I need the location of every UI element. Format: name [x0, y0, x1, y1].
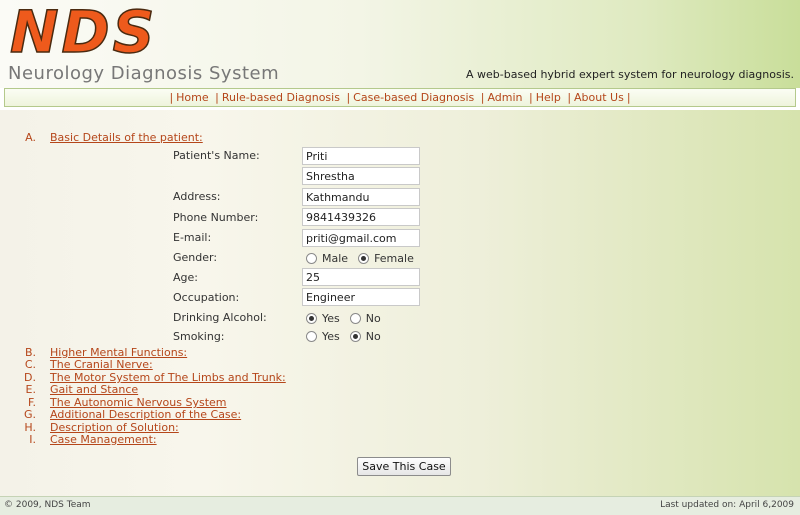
section-e-letter: E.	[25, 383, 36, 396]
email-label: E-mail:	[173, 231, 212, 244]
phone-label: Phone Number:	[173, 211, 259, 224]
smoking-no-label: No	[365, 330, 381, 343]
section-i-letter: I.	[29, 433, 36, 446]
gender-label: Gender:	[173, 251, 218, 264]
section-g-letter: G.	[23, 408, 36, 421]
smoking-no-option[interactable]: No	[349, 330, 381, 343]
section-a: A. Basic Details of the patient:	[14, 131, 203, 144]
section-g-link[interactable]: Additional Description of the Case:	[50, 408, 241, 421]
drinking-no-radio[interactable]	[349, 313, 361, 324]
gender-female-option[interactable]: Female	[358, 252, 414, 265]
section-a-letter: A.	[25, 131, 36, 144]
drinking-no-option[interactable]: No	[349, 312, 381, 325]
gender-male-label: Male	[322, 252, 349, 265]
footer: © 2009, NDS Team Last updated on: April …	[0, 496, 800, 515]
section-a-link[interactable]: Basic Details of the patient:	[50, 131, 203, 144]
patient-name-label: Patient's Name:	[173, 149, 260, 162]
drinking-alcohol-label: Drinking Alcohol:	[173, 311, 267, 324]
email-input[interactable]	[302, 229, 420, 247]
smoking-yes-radio[interactable]	[306, 331, 317, 342]
system-name: Neurology Diagnosis System	[8, 63, 280, 84]
smoking-label: Smoking:	[173, 330, 225, 343]
save-case-button[interactable]: Save This Case	[357, 457, 451, 476]
tagline: A web-based hybrid expert system for neu…	[466, 68, 794, 81]
copyright-text: © 2009, NDS Team	[4, 500, 91, 510]
nav-about-us[interactable]: About Us	[574, 91, 624, 104]
nav-help[interactable]: Help	[536, 91, 561, 104]
section-e: E. Gait and Stance	[14, 383, 139, 396]
nav-case-based-diagnosis[interactable]: Case-based Diagnosis	[353, 91, 474, 104]
last-name-input[interactable]	[302, 167, 420, 185]
nav-rule-based-diagnosis[interactable]: Rule-based Diagnosis	[222, 91, 340, 104]
smoking-radio-group: Yes No	[306, 330, 391, 343]
section-c-link[interactable]: The Cranial Nerve:	[50, 358, 153, 371]
gender-radio-group: Male Female	[306, 252, 424, 265]
drinking-yes-option[interactable]: Yes	[306, 312, 340, 325]
section-c: C. The Cranial Nerve:	[14, 358, 153, 371]
age-label: Age:	[173, 271, 198, 284]
smoking-yes-label: Yes	[322, 330, 340, 343]
last-updated-text: Last updated on: April 6,2009	[660, 500, 794, 510]
drinking-yes-radio[interactable]	[306, 313, 317, 324]
address-label: Address:	[173, 190, 221, 203]
nav-admin[interactable]: Admin	[487, 91, 522, 104]
phone-input[interactable]	[302, 208, 420, 226]
age-input[interactable]	[302, 268, 420, 286]
address-input[interactable]	[302, 188, 420, 206]
section-e-link[interactable]: Gait and Stance	[50, 383, 138, 396]
nav-home[interactable]: Home	[176, 91, 208, 104]
smoking-yes-option[interactable]: Yes	[306, 330, 340, 343]
navbar: | Home | Rule-based Diagnosis | Case-based …	[4, 88, 796, 107]
section-g: G. Additional Description of the Case:	[14, 408, 241, 421]
drinking-yes-label: Yes	[322, 312, 340, 325]
gender-female-label: Female	[374, 252, 414, 265]
gender-female-radio[interactable]	[358, 253, 370, 264]
smoking-no-radio[interactable]	[349, 331, 361, 342]
gender-male-radio[interactable]	[306, 253, 317, 264]
logo: NDS	[9, 0, 158, 66]
drinking-radio-group: Yes No	[306, 312, 391, 325]
section-i: I. Case Management:	[14, 433, 157, 446]
section-c-letter: C.	[24, 358, 36, 371]
first-name-input[interactable]	[302, 147, 420, 165]
occupation-input[interactable]	[302, 288, 420, 306]
section-i-link[interactable]: Case Management:	[50, 433, 157, 446]
occupation-label: Occupation:	[173, 291, 240, 304]
gender-male-option[interactable]: Male	[306, 252, 348, 265]
header: NDS Neurology Diagnosis System A web-bas…	[0, 0, 800, 88]
drinking-no-label: No	[365, 312, 381, 325]
